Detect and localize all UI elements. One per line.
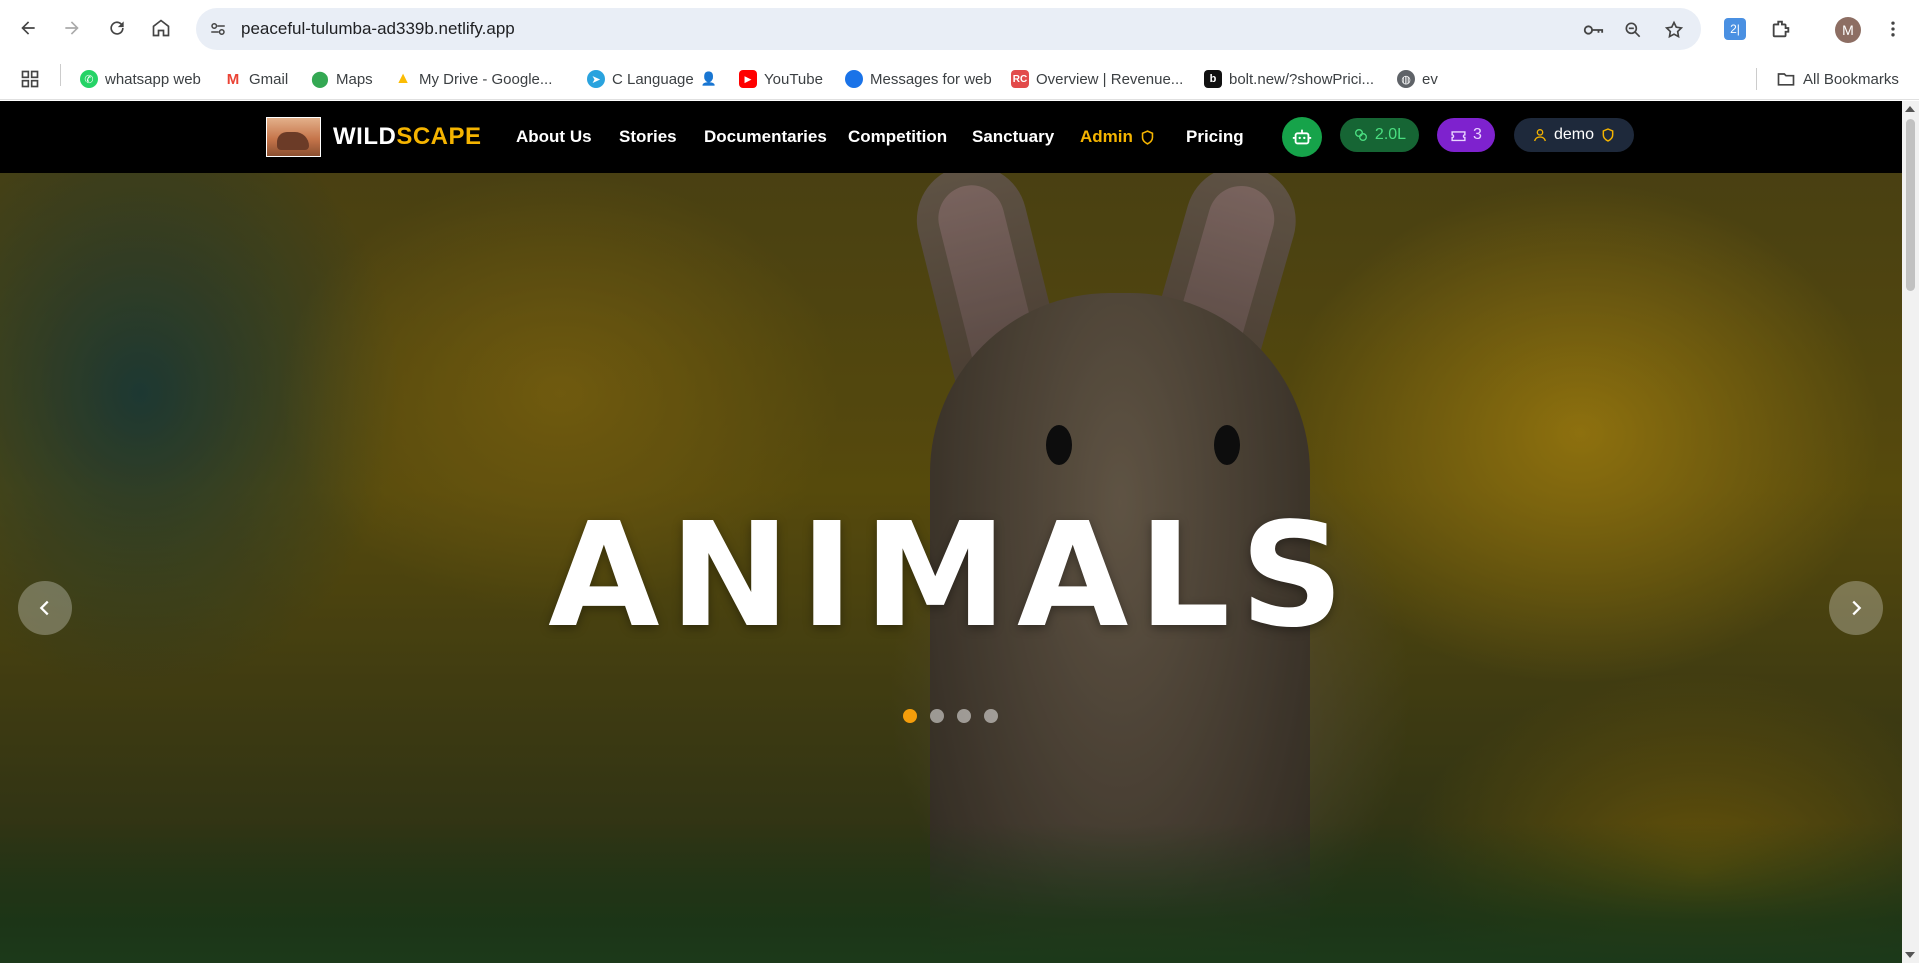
logo-image[interactable] [266,117,321,157]
bookmark-label: ev [1422,70,1438,88]
maps-icon: ⬤ [311,70,329,88]
user-icon [1534,129,1546,142]
home-icon [152,19,170,37]
bolt-icon: b [1204,70,1222,88]
bookmark-messages[interactable]: Messages for web [845,66,992,92]
password-key-icon[interactable] [1581,18,1605,42]
forward-button[interactable] [57,13,87,43]
logo-text-scape: SCAPE [396,123,482,150]
bookmark-label: Gmail [249,70,289,88]
scrollbar-thumb[interactable] [1906,119,1915,291]
carousel-prev-button[interactable] [18,581,72,635]
extensions-icon[interactable] [1768,16,1794,42]
scroll-up-arrow[interactable] [1905,106,1915,112]
bookmarks-divider [1756,68,1757,90]
bookmark-label: Maps [336,70,373,88]
bookmark-star-icon[interactable] [1662,18,1686,42]
bookmark-label: whatsapp web [105,70,201,88]
nav-admin-label: Admin [1080,127,1133,146]
bookmark-label: YouTube [764,70,823,88]
nav-competition[interactable]: Competition [848,127,947,147]
user-menu[interactable]: demo [1514,118,1634,152]
profile-avatar[interactable]: M [1835,17,1861,43]
coins-badge[interactable]: 2.0L [1340,118,1419,152]
arrow-right-icon [65,21,79,35]
bookmark-label: C Language [612,70,694,88]
all-bookmarks-label: All Bookmarks [1803,70,1899,88]
person-emoji-icon: 👤 [700,71,717,86]
bookmark-bolt[interactable]: b bolt.new/?showPrici... [1204,66,1374,92]
youtube-icon: ▶ [739,70,757,88]
coins-icon [1354,129,1367,141]
site-header: WILDSCAPE About Us Stories Documentaries… [0,101,1902,173]
bookmark-c-language[interactable]: ➤ C Language 👤 [587,66,717,92]
address-bar[interactable]: peaceful-tulumba-ad339b.netlify.app [196,8,1701,50]
hero-carousel: ANIMALS [0,173,1902,963]
apps-grid-icon [21,70,39,88]
reload-button[interactable] [102,13,132,43]
drive-icon: ▲ [394,70,412,88]
username: demo [1553,126,1595,143]
bookmark-ev[interactable]: ◍ ev [1397,66,1438,92]
apps-grid-button[interactable] [20,66,40,92]
carousel-dot-3[interactable] [957,709,971,723]
nav-about-us[interactable]: About Us [516,127,592,147]
bookmark-whatsapp[interactable]: ✆ whatsapp web [80,66,201,92]
gmail-icon: M [224,70,242,88]
bookmark-label: My Drive - Google... [419,70,553,88]
zoom-icon[interactable] [1621,18,1645,42]
home-button[interactable] [146,13,176,43]
url-text[interactable]: peaceful-tulumba-ad339b.netlify.app [241,19,515,39]
hero-title: ANIMALS [548,491,1354,659]
admin-shield-icon [1602,128,1614,142]
tickets-value: 3 [1473,126,1482,143]
whatsapp-icon: ✆ [80,70,98,88]
reload-icon [110,21,124,35]
nav-pricing[interactable]: Pricing [1186,127,1244,147]
bookmark-gmail[interactable]: M Gmail [224,66,288,92]
arrow-left-icon [21,21,35,35]
ai-bot-button[interactable] [1282,117,1322,157]
chevron-right-icon [1852,600,1862,616]
bookmark-label: Overview | Revenue... [1036,70,1184,88]
chevron-left-icon [39,600,49,616]
folder-icon [1777,73,1795,86]
tickets-badge[interactable]: 3 [1437,118,1495,152]
nav-sanctuary[interactable]: Sanctuary [972,127,1054,147]
shield-icon [1141,129,1154,145]
bookmark-maps[interactable]: ⬤ Maps [311,66,373,92]
globe-icon: ◍ [1397,70,1415,88]
logo-text-wild: WILD [333,123,397,150]
site-logo[interactable]: WILDSCAPE [333,123,482,151]
carousel-dot-2[interactable] [930,709,944,723]
carousel-next-button[interactable] [1829,581,1883,635]
carousel-dot-4[interactable] [984,709,998,723]
bookmark-label: bolt.new/?showPrici... [1229,70,1375,88]
browser-toolbar: peaceful-tulumba-ad339b.netlify.app 2| M [0,0,1919,58]
ticket-icon [1451,130,1466,141]
nav-stories[interactable]: Stories [619,127,677,147]
chrome-menu-icon[interactable] [1880,16,1906,42]
bookmarks-separator [60,64,61,86]
site-info-icon[interactable] [206,17,230,41]
bookmarks-bar: ✆ whatsapp web M Gmail ⬤ Maps ▲ My Drive… [0,58,1919,100]
back-button[interactable] [13,13,43,43]
telegram-icon: ➤ [587,70,605,88]
page-scrollbar[interactable] [1902,101,1919,963]
nav-documentaries[interactable]: Documentaries [704,127,827,147]
bookmark-revenue[interactable]: RC Overview | Revenue... [1011,66,1183,92]
carousel-dot-1[interactable] [903,709,917,723]
bookmark-drive[interactable]: ▲ My Drive - Google... [394,66,552,92]
translate-extension-icon[interactable]: 2| [1722,16,1748,42]
nav-admin[interactable]: Admin [1080,127,1156,147]
bookmark-label: Messages for web [870,70,992,88]
revenuecat-icon: RC [1011,70,1029,88]
robot-icon [1292,129,1312,145]
messages-icon [845,70,863,88]
all-bookmarks-button[interactable]: All Bookmarks [1776,66,1899,92]
coins-value: 2.0L [1374,126,1407,143]
bookmark-youtube[interactable]: ▶ YouTube [739,66,823,92]
scroll-down-arrow[interactable] [1905,952,1915,958]
